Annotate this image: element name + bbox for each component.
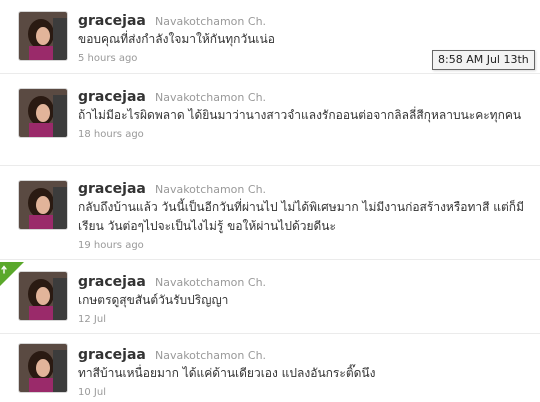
- timestamp-link[interactable]: 10 Jul: [78, 386, 532, 400]
- tweet-item: gracejaa Navakotchamon Ch. ถ้าไม่มีอะไรผ…: [0, 74, 540, 166]
- tweet-meta: gracejaa Navakotchamon Ch.: [78, 179, 532, 197]
- screen-name-link[interactable]: gracejaa: [78, 13, 146, 29]
- tweet-text: เกษตรดูสุขสันต์วันรับปริญญา: [78, 293, 229, 307]
- timestamp-link[interactable]: 18 hours ago: [78, 128, 532, 142]
- tweet-meta: gracejaa Navakotchamon Ch.: [78, 272, 532, 290]
- timestamp-tooltip: 8:58 AM Jul 13th: [432, 50, 535, 70]
- screen-name-link[interactable]: gracejaa: [78, 181, 146, 197]
- full-name: Navakotchamon Ch.: [154, 183, 267, 196]
- full-name: Navakotchamon Ch.: [154, 91, 267, 104]
- tweet-meta: gracejaa Navakotchamon Ch.: [78, 11, 532, 29]
- tweet-meta: gracejaa Navakotchamon Ch.: [78, 87, 532, 105]
- tweet-text: กลับถึงบ้านแล้ว วันนี้เป็นอีกวันที่ผ่านไ…: [78, 200, 524, 233]
- tweet-item: gracejaa Navakotchamon Ch. เกษตรดูสุขสัน…: [0, 260, 540, 334]
- timestamp-link[interactable]: 19 hours ago: [78, 239, 532, 253]
- tweet-item: gracejaa Navakotchamon Ch. กลับถึงบ้านแล…: [0, 166, 540, 260]
- timestamp-link[interactable]: 12 Jul: [78, 313, 532, 327]
- tweet-text: ถ้าไม่มีอะไรผิดพลาด ได้ยินมาว่านางสาวจำแ…: [78, 108, 522, 122]
- tweet-text: ทาสีบ้านเหนื่อยมาก ได้แค่ด้านเดียวเอง แป…: [78, 366, 376, 380]
- tweet-text: ขอบคุณที่ส่งกำลังใจมาให้กันทุกวันเน่อ: [78, 32, 275, 46]
- avatar[interactable]: [19, 272, 67, 320]
- screen-name-link[interactable]: gracejaa: [78, 347, 146, 363]
- tweet-content: gracejaa Navakotchamon Ch. เกษตรดูสุขสัน…: [78, 272, 532, 327]
- screen-name-link[interactable]: gracejaa: [78, 274, 146, 290]
- tweet-content: gracejaa Navakotchamon Ch. ถ้าไม่มีอะไรผ…: [78, 87, 532, 142]
- tweet-content: gracejaa Navakotchamon Ch. กลับถึงบ้านแล…: [78, 179, 532, 253]
- tweet-meta: gracejaa Navakotchamon Ch.: [78, 345, 532, 363]
- avatar[interactable]: [19, 89, 67, 137]
- full-name: Navakotchamon Ch.: [154, 349, 267, 362]
- avatar[interactable]: [19, 181, 67, 229]
- full-name: Navakotchamon Ch.: [154, 276, 267, 289]
- tweet-content: gracejaa Navakotchamon Ch. ทาสีบ้านเหนื่…: [78, 345, 532, 400]
- tweet-item: gracejaa Navakotchamon Ch. ทาสีบ้านเหนื่…: [0, 334, 540, 402]
- avatar[interactable]: [19, 344, 67, 392]
- avatar[interactable]: [19, 12, 67, 60]
- full-name: Navakotchamon Ch.: [154, 15, 267, 28]
- screen-name-link[interactable]: gracejaa: [78, 89, 146, 105]
- retweet-icon[interactable]: [0, 262, 24, 286]
